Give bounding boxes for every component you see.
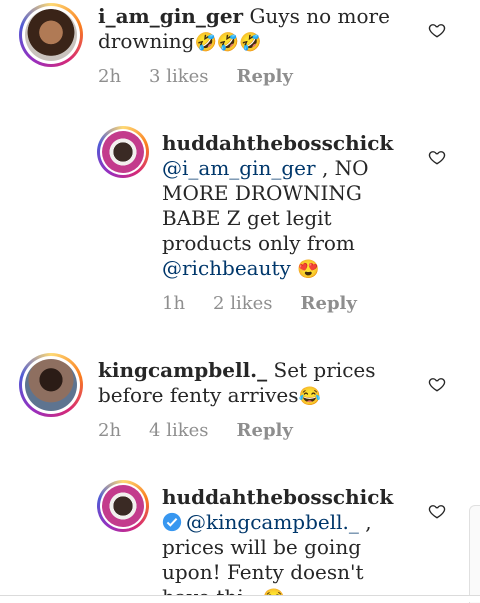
avatar-photo (25, 359, 77, 411)
heart-icon[interactable] (428, 502, 446, 520)
comment-body: kingcampbell._ Set prices before fenty a… (98, 358, 398, 409)
comment-item: kingcampbell._ Set prices before fenty a… (0, 350, 480, 450)
comment-username[interactable]: huddahthebosschick (162, 485, 393, 509)
verified-badge-icon (162, 512, 182, 532)
reply-item: huddahthebosschick @kingcampbell._ , pri… (0, 472, 480, 602)
comment-username[interactable]: i_am_gin_ger (98, 4, 243, 28)
mention-link[interactable]: @kingcampbell._ (186, 510, 359, 534)
heart-icon[interactable] (428, 375, 446, 393)
emoji: 😂 (298, 386, 321, 407)
reply-button[interactable]: Reply (237, 66, 293, 87)
mention-link[interactable]: @i_am_gin_ger (162, 156, 316, 180)
comment-body: huddahthebosschick @i_am_gin_ger , NO MO… (162, 131, 417, 282)
comment-meta: 1h 2 likes Reply (162, 293, 385, 314)
avatar[interactable] (19, 3, 83, 67)
like-count[interactable]: 2 likes (213, 293, 272, 314)
comment-time: 2h (98, 420, 122, 441)
like-count[interactable]: 4 likes (149, 420, 208, 441)
comment-username[interactable]: kingcampbell._ (98, 358, 267, 382)
comment-username[interactable]: huddahthebosschick (162, 131, 393, 155)
avatar-photo (102, 485, 144, 527)
comment-time: 1h (162, 293, 186, 314)
avatar[interactable] (19, 353, 83, 417)
comment-item: i_am_gin_ger Guys no more drowning🤣🤣🤣 2h… (0, 0, 480, 100)
comment-time: 2h (98, 66, 122, 87)
reply-button[interactable]: Reply (301, 293, 357, 314)
reply-button[interactable]: Reply (237, 420, 293, 441)
emoji: 😍 (297, 259, 320, 280)
emoji: 🤣🤣🤣 (194, 32, 262, 53)
avatar-photo (25, 9, 77, 61)
comment-meta: 2h 4 likes Reply (98, 420, 321, 441)
scroll-handle[interactable] (469, 505, 480, 603)
comment-meta: 2h 3 likes Reply (98, 66, 321, 87)
avatar-photo (102, 131, 144, 173)
bottom-divider (0, 595, 480, 602)
comment-body: huddahthebosschick @kingcampbell._ , pri… (162, 485, 417, 602)
comment-body: i_am_gin_ger Guys no more drowning🤣🤣🤣 (98, 4, 398, 55)
reply-item: huddahthebosschick @i_am_gin_ger , NO MO… (0, 118, 480, 328)
heart-icon[interactable] (428, 148, 446, 166)
avatar[interactable] (97, 126, 149, 178)
heart-icon[interactable] (428, 21, 446, 39)
avatar[interactable] (97, 480, 149, 532)
mention-link[interactable]: @richbeauty (162, 256, 291, 280)
like-count[interactable]: 3 likes (149, 66, 208, 87)
